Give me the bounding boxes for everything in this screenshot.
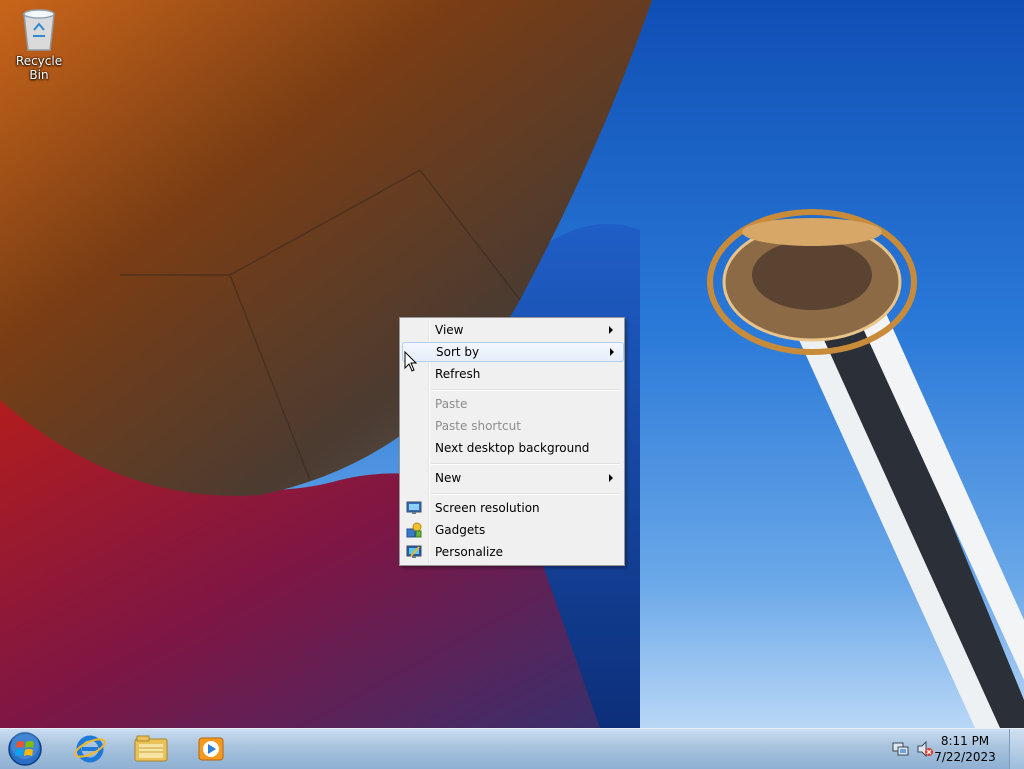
menu-separator bbox=[431, 389, 620, 390]
clock[interactable]: 8:11 PM 7/22/2023 bbox=[930, 733, 1000, 765]
submenu-arrow-icon bbox=[609, 326, 613, 334]
menu-item-new[interactable]: New bbox=[402, 468, 622, 488]
system-tray: 8:11 PM 7/22/2023 bbox=[884, 729, 1024, 769]
menu-separator bbox=[431, 493, 620, 494]
menu-item-label: Personalize bbox=[435, 545, 504, 559]
menu-item-gadgets[interactable]: Gadgets bbox=[402, 520, 622, 540]
menu-item-label: Paste shortcut bbox=[435, 419, 521, 433]
menu-item-screen-resolution[interactable]: Screen resolution bbox=[402, 498, 622, 518]
menu-item-label: Next desktop background bbox=[435, 441, 590, 455]
media-player-icon[interactable] bbox=[186, 732, 238, 766]
menu-item-sort-by[interactable]: Sort by bbox=[402, 342, 624, 362]
menu-item-label: Refresh bbox=[435, 367, 481, 381]
personalize-icon bbox=[406, 545, 422, 558]
desktop-context-menu: View Sort by Refresh Paste Paste shortcu… bbox=[399, 317, 625, 566]
menu-item-label: Gadgets bbox=[435, 523, 486, 537]
menu-item-view[interactable]: View bbox=[402, 320, 622, 340]
menu-item-refresh[interactable]: Refresh bbox=[402, 364, 622, 384]
recycle-bin-label: Recycle Bin bbox=[15, 54, 63, 82]
clock-time: 8:11 PM bbox=[940, 734, 990, 748]
menu-item-label: New bbox=[435, 471, 462, 485]
menu-item-paste[interactable]: Paste bbox=[402, 394, 622, 414]
mouse-cursor-icon bbox=[404, 351, 418, 372]
submenu-arrow-icon bbox=[609, 474, 613, 482]
menu-item-label: View bbox=[435, 323, 464, 337]
menu-item-label: Screen resolution bbox=[435, 501, 540, 515]
menu-item-label: Paste bbox=[435, 397, 468, 411]
network-icon[interactable] bbox=[892, 741, 910, 757]
clock-date: 7/22/2023 bbox=[934, 750, 996, 764]
menu-item-paste-shortcut[interactable]: Paste shortcut bbox=[402, 416, 622, 436]
screen-resolution-icon bbox=[406, 501, 422, 514]
space-needle bbox=[707, 209, 1024, 728]
internet-explorer-icon[interactable] bbox=[63, 732, 115, 766]
menu-item-personalize[interactable]: Personalize bbox=[402, 542, 622, 562]
submenu-arrow-icon bbox=[610, 348, 614, 356]
menu-item-label: Sort by bbox=[436, 345, 480, 359]
menu-separator bbox=[431, 463, 620, 464]
recycle-bin-icon bbox=[23, 9, 55, 51]
file-explorer-icon[interactable] bbox=[125, 732, 177, 766]
show-desktop-button[interactable] bbox=[1009, 729, 1024, 769]
recycle-bin-shortcut[interactable]: Recycle Bin bbox=[6, 6, 72, 82]
gadgets-icon bbox=[406, 522, 422, 538]
menu-item-next-desktop-background[interactable]: Next desktop background bbox=[402, 438, 622, 458]
windows-start-icon[interactable] bbox=[6, 731, 44, 767]
taskbar: 8:11 PM 7/22/2023 bbox=[0, 728, 1024, 769]
